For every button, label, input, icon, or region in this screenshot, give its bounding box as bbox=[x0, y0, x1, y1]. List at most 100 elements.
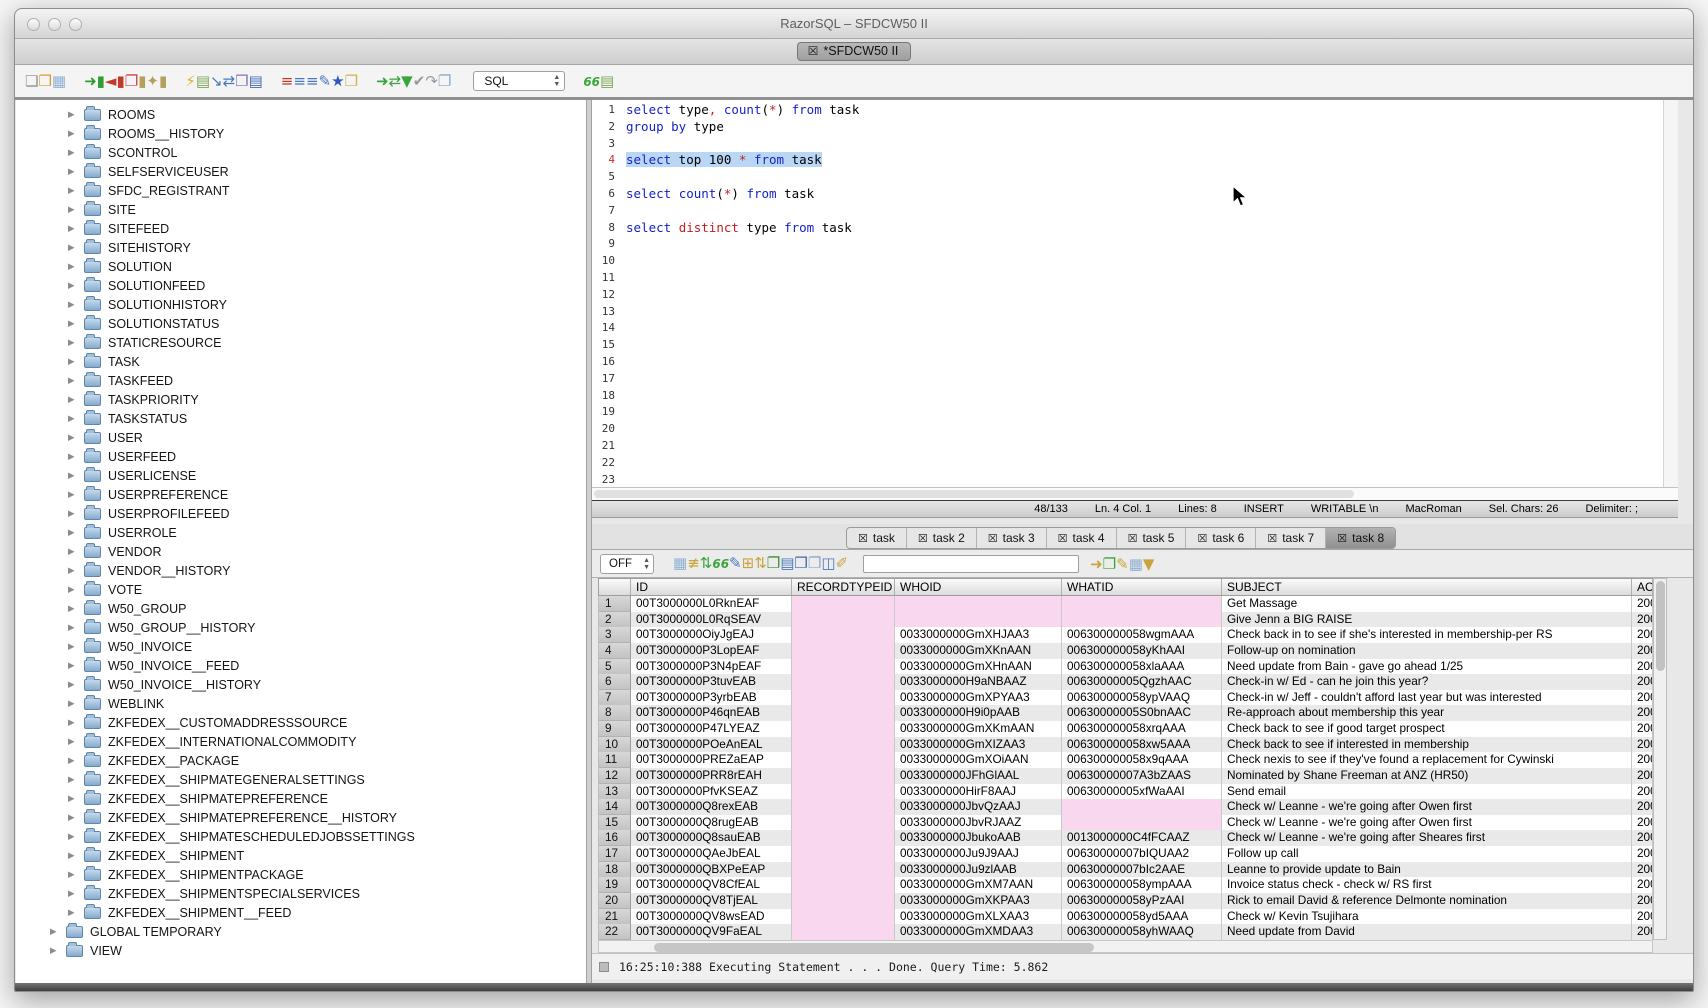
table-row[interactable]: 400T3000000P3LopEAF0033000000GmXKnAAN006… bbox=[599, 643, 1653, 659]
sidebar-item-weblink[interactable]: ▶WEBLINK bbox=[16, 694, 586, 713]
export-icon[interactable]: ↘ bbox=[210, 72, 223, 90]
table-cell[interactable]: 006300000058yPzAAI bbox=[1062, 893, 1222, 909]
expand-triangle-icon[interactable]: ▶ bbox=[50, 926, 66, 937]
result-tab-task-7[interactable]: ☒task 7 bbox=[1256, 528, 1326, 548]
code-line[interactable] bbox=[626, 388, 1662, 405]
column-header-WHOID[interactable]: WHOID bbox=[895, 579, 1062, 595]
sidebar-item-rooms[interactable]: ▶ROOMS bbox=[16, 105, 586, 124]
table-cell[interactable] bbox=[792, 674, 895, 690]
table-cell[interactable] bbox=[792, 659, 895, 675]
table-cell[interactable]: 00T3000000P3N4pEAF bbox=[631, 659, 792, 675]
row-number[interactable]: 20 bbox=[599, 893, 631, 909]
table-row[interactable]: 2100T3000000QV8wsEAD0033000000GmXLXAA300… bbox=[599, 909, 1653, 925]
form-view-icon[interactable]: ▤ bbox=[780, 554, 794, 572]
edit-cell-icon[interactable]: ✎ bbox=[729, 554, 742, 572]
result-tab-task-5[interactable]: ☒task 5 bbox=[1117, 528, 1187, 548]
table-cell[interactable]: 0033000000JbukoAAB bbox=[895, 830, 1062, 846]
execute-sql-icon[interactable]: ⚡ bbox=[185, 72, 196, 90]
disconnect-db-icon[interactable]: ◄▮ bbox=[105, 72, 125, 90]
swap-arrows-icon[interactable]: ⇄ bbox=[389, 72, 402, 90]
code-line[interactable] bbox=[626, 421, 1662, 438]
sidebar-item-userprofilefeed[interactable]: ▶USERPROFILEFEED bbox=[16, 504, 586, 523]
table-cell[interactable] bbox=[792, 721, 895, 737]
table-row[interactable]: 2000T3000000QV8TjEAL0033000000GmXKPAA300… bbox=[599, 893, 1653, 909]
table-horizontal-scrollbar[interactable] bbox=[598, 940, 1653, 953]
tab-close-icon[interactable]: ☒ bbox=[1197, 532, 1207, 545]
table-row[interactable]: 900T3000000P47LYEAZ0033000000GmXKmAAN006… bbox=[599, 721, 1653, 737]
row-number[interactable]: 19 bbox=[599, 877, 631, 893]
table-cell[interactable] bbox=[792, 643, 895, 659]
table-cell[interactable]: Need update from Bain - gave go ahead 1/… bbox=[1222, 659, 1632, 675]
sidebar-item-w50_invoice__feed[interactable]: ▶W50_INVOICE__FEED bbox=[16, 656, 586, 675]
table-cell[interactable]: 200 bbox=[1632, 830, 1653, 846]
table-row[interactable]: 1600T3000000Q8sauEAB0033000000JbukoAAB00… bbox=[599, 830, 1653, 846]
table-cell[interactable]: 0033000000GmXPYAA3 bbox=[895, 690, 1062, 706]
code-line[interactable] bbox=[626, 169, 1662, 186]
table-cell[interactable]: 0033000000H9aNBAAZ bbox=[895, 674, 1062, 690]
expand-triangle-icon[interactable]: ▶ bbox=[68, 793, 84, 804]
sidebar-item-sfdc_registrant[interactable]: ▶SFDC_REGISTRANT bbox=[16, 181, 586, 200]
table-cell[interactable]: 0033000000GmXLXAA3 bbox=[895, 909, 1062, 925]
code-line[interactable]: select distinct type from task bbox=[626, 220, 1662, 237]
sidebar-item-vendor__history[interactable]: ▶VENDOR__HISTORY bbox=[16, 561, 586, 580]
tab-close-icon[interactable]: ☒ bbox=[808, 44, 819, 58]
table-row[interactable]: 1800T3000000QBXPeEAP0033000000Ju9zlAAB00… bbox=[599, 862, 1653, 878]
code-line[interactable] bbox=[626, 287, 1662, 304]
table-cell[interactable]: 200 bbox=[1632, 924, 1653, 940]
table-cell[interactable]: 0033000000GmXM7AAN bbox=[895, 877, 1062, 893]
table-cell[interactable]: 0033000000GmXIZAA3 bbox=[895, 737, 1062, 753]
row-number[interactable]: 5 bbox=[599, 659, 631, 675]
code-line[interactable] bbox=[626, 438, 1662, 455]
table-cell[interactable] bbox=[792, 924, 895, 940]
hierarchy-icon[interactable]: ⊞ bbox=[742, 554, 755, 572]
expand-triangle-icon[interactable]: ▶ bbox=[68, 166, 84, 177]
expand-triangle-icon[interactable]: ▶ bbox=[68, 413, 84, 424]
tab-close-icon[interactable]: ☒ bbox=[1128, 532, 1138, 545]
expand-triangle-icon[interactable]: ▶ bbox=[68, 888, 84, 899]
new-connection-icon[interactable]: ▮✦ bbox=[138, 72, 159, 90]
sidebar-item-sitefeed[interactable]: ▶SITEFEED bbox=[16, 219, 586, 238]
table-cell[interactable] bbox=[792, 830, 895, 846]
table-row[interactable]: 1100T3000000PREZaEAP0033000000GmXOiAAN00… bbox=[599, 752, 1653, 768]
sidebar-item-view[interactable]: ▶VIEW bbox=[16, 941, 586, 960]
row-number[interactable]: 21 bbox=[599, 909, 631, 925]
table-cell[interactable]: Get Massage bbox=[1222, 596, 1632, 612]
copy-table-icon[interactable]: ❐ bbox=[125, 72, 138, 90]
table-cell[interactable]: 200 bbox=[1632, 737, 1653, 753]
table-cell[interactable]: 0033000000Ju9zlAAB bbox=[895, 862, 1062, 878]
editor-vertical-scrollbar[interactable] bbox=[1663, 100, 1678, 487]
table-row[interactable]: 1500T3000000Q8rugEAB0033000000JbvRJAAZCh… bbox=[599, 815, 1653, 831]
tab-close-icon[interactable]: ☒ bbox=[918, 532, 928, 545]
table-cell[interactable]: 200 bbox=[1632, 768, 1653, 784]
sidebar-item-staticresource[interactable]: ▶STATICRESOURCE bbox=[16, 333, 586, 352]
sidebar-item-zkfedex__shipmatescheduledjobssettings[interactable]: ▶ZKFEDEX__SHIPMATESCHEDULEDJOBSSETTINGS bbox=[16, 827, 586, 846]
sidebar-item-site[interactable]: ▶SITE bbox=[16, 200, 586, 219]
column-header-ID[interactable]: ID bbox=[631, 579, 792, 595]
expand-triangle-icon[interactable]: ▶ bbox=[68, 147, 84, 158]
tab-close-icon[interactable]: ☒ bbox=[858, 532, 868, 545]
expand-triangle-icon[interactable]: ▶ bbox=[68, 736, 84, 747]
table-row[interactable]: 500T3000000P3N4pEAF0033000000GmXHnAAN006… bbox=[599, 659, 1653, 675]
code-line[interactable] bbox=[626, 404, 1662, 421]
table-cell[interactable] bbox=[792, 690, 895, 706]
expand-triangle-icon[interactable]: ▶ bbox=[68, 432, 84, 443]
table-cell[interactable]: 200 bbox=[1632, 721, 1653, 737]
sidebar-item-taskstatus[interactable]: ▶TASKSTATUS bbox=[16, 409, 586, 428]
expand-triangle-icon[interactable]: ▶ bbox=[68, 185, 84, 196]
table-cell[interactable]: Check w/ Kevin Tsujihara bbox=[1222, 909, 1632, 925]
table-cell[interactable]: Need update from David bbox=[1222, 924, 1632, 940]
table-row[interactable]: 800T3000000P46qnEAB0033000000H9i0pAAB006… bbox=[599, 705, 1653, 721]
code-line[interactable] bbox=[626, 371, 1662, 388]
row-number[interactable]: 10 bbox=[599, 737, 631, 753]
table-cell[interactable]: 200 bbox=[1632, 877, 1653, 893]
database-icon[interactable]: ▮ bbox=[159, 72, 167, 90]
commit-check-icon[interactable]: ✔ bbox=[413, 72, 426, 90]
tab-close-icon[interactable]: ☒ bbox=[988, 532, 998, 545]
sql-reference-book-icon[interactable]: ▤ bbox=[249, 72, 263, 90]
sidebar-item-zkfedex__package[interactable]: ▶ZKFEDEX__PACKAGE bbox=[16, 751, 586, 770]
expand-triangle-icon[interactable]: ▶ bbox=[68, 356, 84, 367]
expand-triangle-icon[interactable]: ▶ bbox=[68, 128, 84, 139]
table-cell[interactable]: 0033000000GmXKmAAN bbox=[895, 721, 1062, 737]
sidebar-item-user[interactable]: ▶USER bbox=[16, 428, 586, 447]
code-line[interactable] bbox=[626, 236, 1662, 253]
